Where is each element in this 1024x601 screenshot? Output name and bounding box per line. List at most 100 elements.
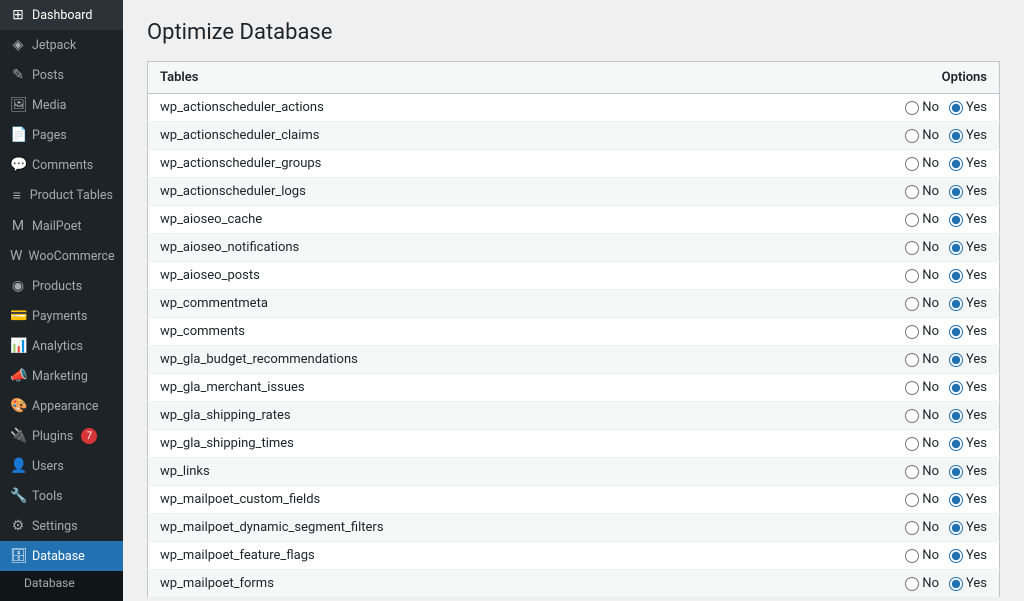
radio-no-7[interactable] bbox=[905, 297, 919, 311]
radio-no-label[interactable]: No bbox=[905, 520, 939, 535]
radio-yes-15[interactable] bbox=[949, 521, 963, 535]
radio-no-label[interactable]: No bbox=[905, 548, 939, 563]
radio-no-15[interactable] bbox=[905, 521, 919, 535]
radio-yes-label[interactable]: Yes bbox=[949, 100, 987, 115]
radio-no-label[interactable]: No bbox=[905, 436, 939, 451]
radio-yes-label[interactable]: Yes bbox=[949, 324, 987, 339]
sidebar-item-dashboard[interactable]: ⊞Dashboard bbox=[0, 0, 123, 30]
radio-no-14[interactable] bbox=[905, 493, 919, 507]
sidebar-item-woocommerce[interactable]: WWooCommerce bbox=[0, 241, 123, 271]
radio-yes-7[interactable] bbox=[949, 297, 963, 311]
radio-no-1[interactable] bbox=[905, 129, 919, 143]
radio-no-label[interactable]: No bbox=[905, 296, 939, 311]
sidebar-label-database: Database bbox=[32, 549, 85, 564]
sidebar-item-analytics[interactable]: 📊Analytics bbox=[0, 331, 123, 361]
radio-yes-label[interactable]: Yes bbox=[949, 408, 987, 423]
table-row: wp_commentmetaNoYes bbox=[148, 290, 1000, 318]
sidebar-item-comments[interactable]: 💬Comments bbox=[0, 150, 123, 180]
radio-yes-label[interactable]: Yes bbox=[949, 380, 987, 395]
radio-yes-10[interactable] bbox=[949, 381, 963, 395]
radio-no-4[interactable] bbox=[905, 213, 919, 227]
sidebar-item-mailpoet[interactable]: MMailPoet bbox=[0, 211, 123, 241]
radio-no-9[interactable] bbox=[905, 353, 919, 367]
radio-no-10[interactable] bbox=[905, 381, 919, 395]
sidebar-item-products[interactable]: ◉Products bbox=[0, 271, 123, 301]
radio-yes-8[interactable] bbox=[949, 325, 963, 339]
sidebar-item-posts[interactable]: ✎Posts bbox=[0, 60, 123, 90]
radio-no-12[interactable] bbox=[905, 437, 919, 451]
sidebar-item-tools[interactable]: 🔧Tools bbox=[0, 481, 123, 511]
sidebar-label-plugins: Plugins bbox=[32, 429, 73, 444]
radio-yes-5[interactable] bbox=[949, 241, 963, 255]
radio-yes-label[interactable]: Yes bbox=[949, 296, 987, 311]
radio-no-label[interactable]: No bbox=[905, 100, 939, 115]
radio-no-label[interactable]: No bbox=[905, 464, 939, 479]
radio-no-8[interactable] bbox=[905, 325, 919, 339]
radio-yes-label[interactable]: Yes bbox=[949, 184, 987, 199]
radio-no-0[interactable] bbox=[905, 101, 919, 115]
table-options-cell: No Yes bbox=[880, 178, 1000, 206]
radio-yes-label[interactable]: Yes bbox=[949, 548, 987, 563]
radio-yes-14[interactable] bbox=[949, 493, 963, 507]
radio-no-2[interactable] bbox=[905, 157, 919, 171]
radio-no-label[interactable]: No bbox=[905, 324, 939, 339]
sidebar-item-payments[interactable]: 💳Payments bbox=[0, 301, 123, 331]
radio-no-label[interactable]: No bbox=[905, 576, 939, 591]
radio-no-label[interactable]: No bbox=[905, 212, 939, 227]
radio-yes-text: Yes bbox=[966, 296, 987, 311]
radio-no-label[interactable]: No bbox=[905, 352, 939, 367]
radio-no-16[interactable] bbox=[905, 549, 919, 563]
sidebar-item-jetpack[interactable]: ◈Jetpack bbox=[0, 30, 123, 60]
radio-yes-label[interactable]: Yes bbox=[949, 492, 987, 507]
radio-yes-label[interactable]: Yes bbox=[949, 156, 987, 171]
radio-yes-11[interactable] bbox=[949, 409, 963, 423]
radio-no-label[interactable]: No bbox=[905, 240, 939, 255]
radio-no-label[interactable]: No bbox=[905, 184, 939, 199]
sidebar-item-media[interactable]: 🖼Media bbox=[0, 90, 123, 120]
radio-yes-4[interactable] bbox=[949, 213, 963, 227]
radio-yes-17[interactable] bbox=[949, 577, 963, 591]
radio-yes-6[interactable] bbox=[949, 269, 963, 283]
radio-no-label[interactable]: No bbox=[905, 492, 939, 507]
radio-yes-2[interactable] bbox=[949, 157, 963, 171]
sidebar-item-settings[interactable]: ⚙Settings bbox=[0, 511, 123, 541]
radio-yes-label[interactable]: Yes bbox=[949, 268, 987, 283]
sidebar-sub-backup-db[interactable]: Backup DB bbox=[0, 595, 123, 601]
radio-no-label[interactable]: No bbox=[905, 408, 939, 423]
radio-no-13[interactable] bbox=[905, 465, 919, 479]
radio-no-label[interactable]: No bbox=[905, 156, 939, 171]
sidebar-item-users[interactable]: 👤Users bbox=[0, 451, 123, 481]
radio-no-label[interactable]: No bbox=[905, 128, 939, 143]
radio-yes-label[interactable]: Yes bbox=[949, 576, 987, 591]
radio-no-11[interactable] bbox=[905, 409, 919, 423]
radio-yes-0[interactable] bbox=[949, 101, 963, 115]
radio-no-3[interactable] bbox=[905, 185, 919, 199]
radio-yes-label[interactable]: Yes bbox=[949, 464, 987, 479]
sidebar-item-marketing[interactable]: 📣Marketing bbox=[0, 361, 123, 391]
sidebar-item-database[interactable]: 🗄Database bbox=[0, 541, 123, 571]
radio-yes-text: Yes bbox=[966, 520, 987, 535]
radio-no-17[interactable] bbox=[905, 577, 919, 591]
radio-yes-label[interactable]: Yes bbox=[949, 436, 987, 451]
radio-yes-12[interactable] bbox=[949, 437, 963, 451]
radio-yes-9[interactable] bbox=[949, 353, 963, 367]
sidebar-item-plugins[interactable]: 🔌Plugins7 bbox=[0, 421, 123, 451]
radio-yes-13[interactable] bbox=[949, 465, 963, 479]
radio-yes-label[interactable]: Yes bbox=[949, 128, 987, 143]
sidebar-sub-database-main[interactable]: Database bbox=[0, 571, 123, 595]
radio-no-label[interactable]: No bbox=[905, 268, 939, 283]
radio-yes-label[interactable]: Yes bbox=[949, 520, 987, 535]
sidebar-item-appearance[interactable]: 🎨Appearance bbox=[0, 391, 123, 421]
radio-no-5[interactable] bbox=[905, 241, 919, 255]
radio-yes-label[interactable]: Yes bbox=[949, 240, 987, 255]
radio-no-6[interactable] bbox=[905, 269, 919, 283]
table-options-cell: No Yes bbox=[880, 486, 1000, 514]
radio-yes-label[interactable]: Yes bbox=[949, 212, 987, 227]
radio-yes-1[interactable] bbox=[949, 129, 963, 143]
sidebar-item-product-tables[interactable]: ≡Product Tables bbox=[0, 180, 123, 211]
sidebar-item-pages[interactable]: 📄Pages bbox=[0, 120, 123, 150]
radio-no-label[interactable]: No bbox=[905, 380, 939, 395]
radio-yes-label[interactable]: Yes bbox=[949, 352, 987, 367]
radio-yes-3[interactable] bbox=[949, 185, 963, 199]
radio-yes-16[interactable] bbox=[949, 549, 963, 563]
